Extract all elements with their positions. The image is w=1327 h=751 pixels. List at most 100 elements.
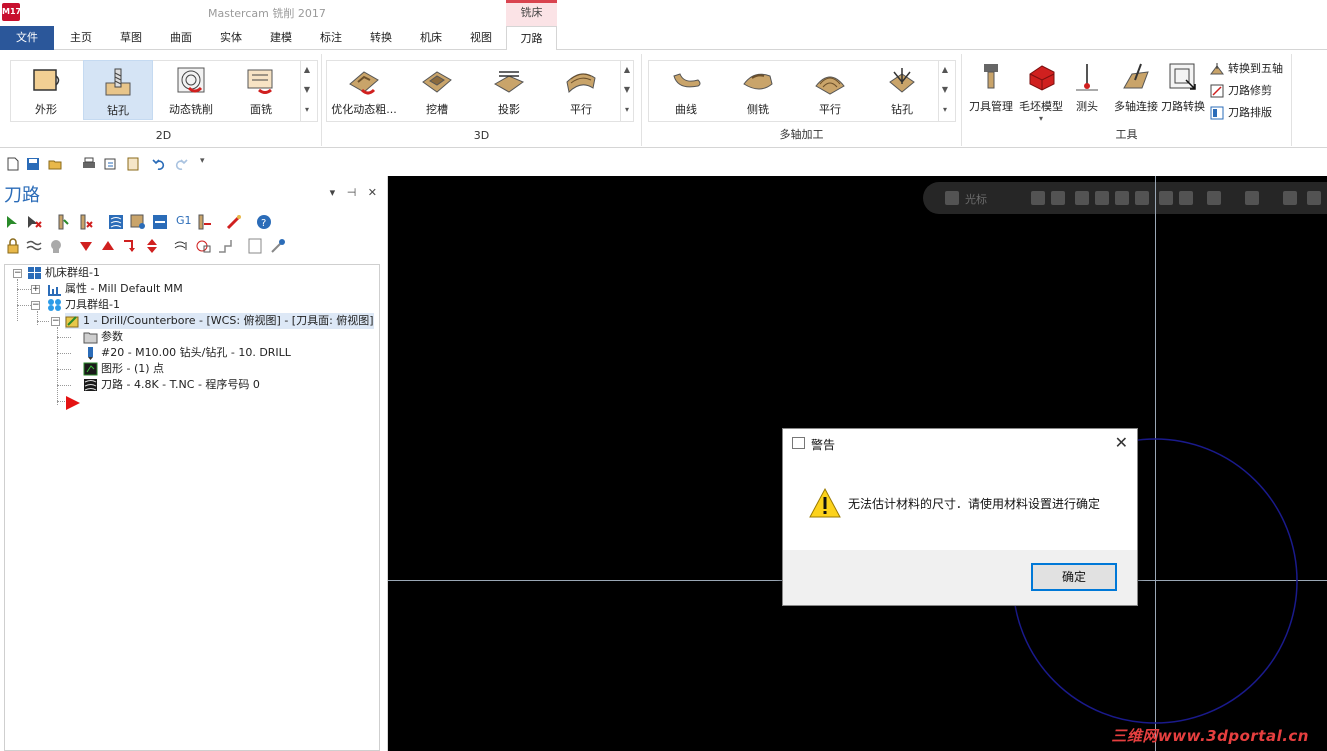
gallery-multiaxis-scroll[interactable]: ▲ ▼ ▾ [938,60,951,122]
toolpath-nesting-button[interactable]: 刀路排版 [1210,104,1272,124]
expand-collapse-icon[interactable] [248,238,264,254]
parallel-3d-button[interactable]: 平行 [546,60,616,120]
new-file-icon[interactable] [6,157,20,171]
tree-node-machine-group[interactable]: 机床群组-1 [27,265,100,281]
ok-button[interactable]: 确定 [1031,563,1117,591]
delete-job-icon[interactable] [226,214,242,230]
probe-button[interactable]: 测头 [1062,60,1112,120]
settings-icon[interactable] [1051,191,1065,205]
scroll-down-icon[interactable]: ▼ [301,80,313,100]
expander-operation[interactable]: − [51,317,60,326]
expander-properties[interactable]: + [31,285,40,294]
move-insert-down-icon[interactable] [78,238,94,254]
project-button[interactable]: 投影 [474,60,544,120]
edge-select-icon[interactable] [1135,191,1149,205]
expander-machine-group[interactable]: − [13,269,22,278]
tree-node-toolpath[interactable]: 刀路 - 4.8K - T.NC - 程序号码 0 [83,377,260,393]
tab-surface[interactable]: 曲面 [158,26,204,50]
insert-arrow-icon[interactable] [65,395,81,411]
convert-to-5axis-button[interactable]: 转换到五轴 [1210,60,1283,80]
move-insert-up-icon[interactable] [100,238,116,254]
solid-select-icon[interactable] [1095,191,1109,205]
highfeed-icon[interactable] [196,214,212,230]
deselect-tool-operations-icon[interactable] [78,214,94,230]
cursor-mode-label[interactable]: 光标 [965,191,987,207]
scroll-up-icon[interactable]: ▲ [621,60,633,80]
help-icon[interactable]: ? [256,214,272,230]
open-folder-icon[interactable] [48,157,62,171]
tab-view[interactable]: 视图 [458,26,504,50]
select-arrow-icon[interactable] [1075,191,1089,205]
backplot-icon[interactable] [152,214,168,230]
tab-sketch[interactable]: 草图 [108,26,154,50]
scroll-up-icon[interactable]: ▲ [939,60,951,80]
scroll-down-icon[interactable]: ▼ [621,80,633,100]
tree-node-geometry[interactable]: 图形 - (1) 点 [83,361,164,377]
gallery-2d-scroll[interactable]: ▲ ▼ ▾ [300,60,313,122]
selection-mode-icon[interactable] [1245,191,1259,205]
contour-button[interactable]: 外形 [11,60,81,120]
regenerate-dirty-icon[interactable] [130,214,146,230]
expand-gallery-icon[interactable]: ▾ [301,100,313,120]
body-select-icon[interactable] [1159,191,1173,205]
tab-toolpaths[interactable]: 刀路 [506,26,557,51]
autocursor-icon[interactable] [1031,191,1045,205]
curve-button[interactable]: 曲线 [651,60,721,120]
scroll-to-insert-icon[interactable] [144,238,160,254]
lock-icon[interactable] [5,238,21,254]
lock-view-icon[interactable] [945,191,959,205]
print-icon[interactable] [82,157,96,171]
tree-node-properties[interactable]: 属性 - Mill Default MM [47,281,183,297]
toolpath-display-icon[interactable] [218,238,234,254]
drill-multiaxis-button[interactable]: 钻孔 [867,60,937,120]
undo-icon[interactable] [152,157,166,171]
tab-annotate[interactable]: 标注 [308,26,354,50]
gallery-3d-scroll[interactable]: ▲ ▼ ▾ [620,60,633,122]
tab-transform[interactable]: 转换 [358,26,404,50]
optirough-button[interactable]: 优化动态粗... [329,60,399,120]
properties-icon[interactable] [126,157,140,171]
parallel-multiaxis-button[interactable]: 平行 [795,60,865,120]
tab-solid[interactable]: 实体 [208,26,254,50]
swarf-button[interactable]: 侧铣 [723,60,793,120]
scroll-up-icon[interactable]: ▲ [301,60,313,80]
tab-file[interactable]: 文件 [0,26,54,50]
window-select-icon[interactable] [1207,191,1221,205]
face-select-icon[interactable] [1115,191,1129,205]
save-icon[interactable] [26,157,40,171]
customize-qat-icon[interactable]: ▾ [200,156,205,166]
expander-tool-group[interactable]: − [31,301,40,310]
toolpath-trim-button[interactable]: 刀路修剪 [1210,82,1272,102]
deselect-operations-icon[interactable] [26,214,42,230]
scroll-down-icon[interactable]: ▼ [939,80,951,100]
post-selected-g1-icon[interactable]: G1 [176,214,192,227]
verify-icon[interactable] [1283,191,1297,205]
tree-node-tool-group[interactable]: 刀具群组-1 [47,297,120,313]
redo-icon[interactable] [174,157,188,171]
tree-node-operation-drill[interactable]: 1 - Drill/Counterbore - [WCS: 俯视图] - [刀具… [65,313,374,329]
regenerate-all-icon[interactable] [108,214,124,230]
tool-manager-button[interactable]: 刀具管理 [966,60,1016,120]
toolpath-transform-button[interactable]: 刀路转换 [1158,60,1208,120]
pin-icon[interactable]: ⊣ [347,186,357,199]
quick-mask-icon[interactable] [1307,191,1321,205]
select-tool-operations-icon[interactable] [54,214,70,230]
expand-gallery-icon[interactable]: ▾ [939,100,951,120]
tree-node-tool[interactable]: #20 - M10.00 钻头/钻孔 - 10. DRILL [83,345,291,361]
stock-model-button[interactable]: 毛坯模型 ▾ [1016,60,1066,123]
drill-button[interactable]: 钻孔 [83,60,153,120]
select-all-operations-icon[interactable] [5,214,21,230]
loop-select-icon[interactable] [1179,191,1193,205]
tab-model[interactable]: 建模 [258,26,304,50]
insert-after-icon[interactable] [122,238,138,254]
dynamic-mill-button[interactable]: 动态铣削 [156,60,226,120]
operations-tree[interactable]: − 机床群组-1 + 属性 - Mill Default MM − 刀具群组-1… [4,264,380,751]
panel-close-icon[interactable]: ✕ [368,186,377,199]
print-preview-icon[interactable] [104,157,118,171]
pocket-3d-button[interactable]: 挖槽 [402,60,472,120]
mastercam-logo-icon[interactable]: M17 [2,3,21,21]
tab-home[interactable]: 主页 [58,26,104,50]
tab-machine[interactable]: 机床 [408,26,454,50]
toggle-posting-icon[interactable] [48,238,64,254]
toggle-display-icon[interactable] [26,238,42,254]
